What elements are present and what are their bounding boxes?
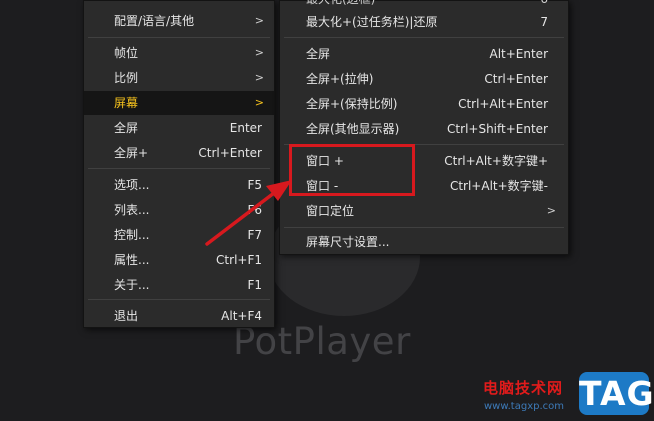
- watermark-tag-badge: TAG: [579, 372, 654, 415]
- watermark-url: www.tagxp.com: [484, 401, 564, 412]
- watermark-site-name: 电脑技术网: [483, 379, 564, 397]
- annotation-arrow-icon: [205, 180, 292, 246]
